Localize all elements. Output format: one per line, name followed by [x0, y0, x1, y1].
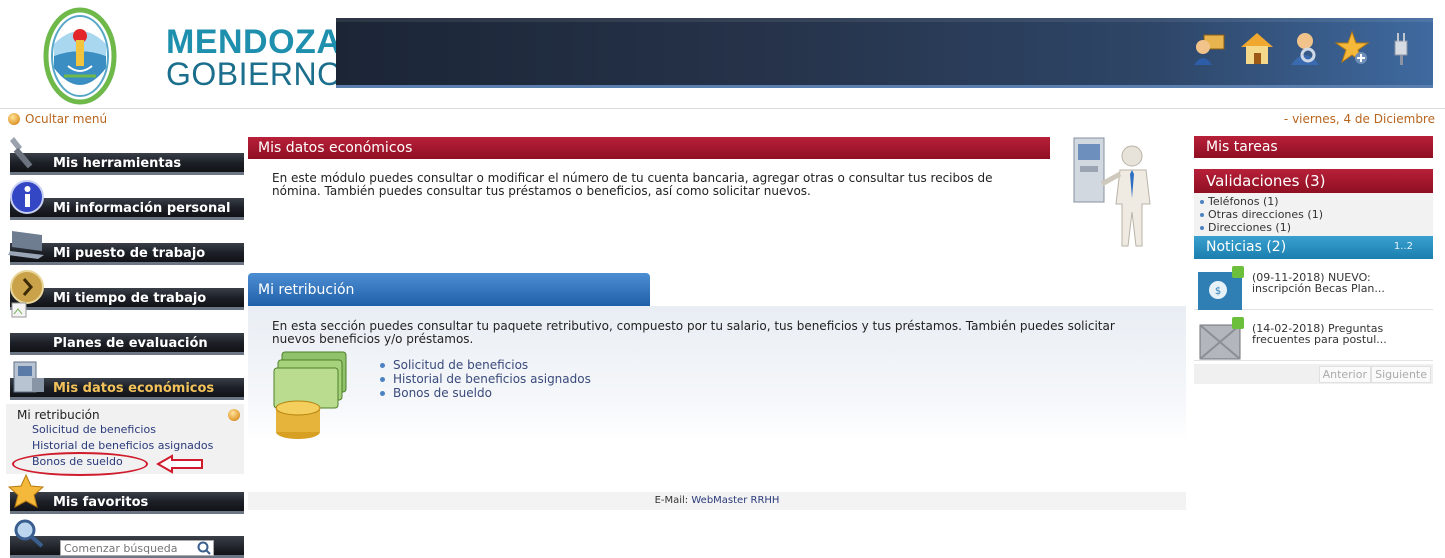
- list-item[interactable]: Teléfonos (1): [1200, 195, 1433, 208]
- favorite-star-icon[interactable]: [1335, 28, 1371, 68]
- sidebar-item-label: Mis favoritos: [53, 495, 149, 510]
- mendoza-logo[interactable]: MENDOZA GOBIERNO: [42, 6, 342, 106]
- news-thumbnail-icon: [1199, 317, 1244, 360]
- clock-icon: [10, 270, 44, 304]
- news-pagination[interactable]: 1..2: [1394, 241, 1413, 252]
- news-line: frecuentes para postul...: [1252, 333, 1387, 346]
- tab-my-retribution[interactable]: Mi retribución: [248, 273, 650, 306]
- page-intro: En este módulo puedes consultar o modifi…: [272, 172, 1052, 198]
- tasks-title: Mis tareas: [1194, 136, 1433, 158]
- validations-title[interactable]: Validaciones (3): [1194, 169, 1433, 193]
- home-icon[interactable]: [1239, 28, 1275, 68]
- wrench-icon: [10, 137, 33, 169]
- economic-submenu: Mi retribución Solicitud de beneficios H…: [6, 404, 244, 476]
- footer: E-Mail: WebMaster RRHH: [248, 492, 1186, 510]
- user-card-icon[interactable]: [1191, 28, 1227, 68]
- validations-list: Teléfonos (1) Otras direcciones (1) Dire…: [1194, 193, 1433, 236]
- search-magnifier-icon: [14, 519, 44, 548]
- footer-email-label: E-Mail:: [654, 495, 689, 506]
- laptop-icon: [8, 231, 44, 259]
- footer-link-webmaster[interactable]: WebMaster: [691, 495, 747, 506]
- right-column: Mis tareas Validaciones (3) Teléfonos (1…: [1194, 136, 1433, 384]
- sidebar-item-favorites[interactable]: Mis favoritos: [6, 474, 244, 518]
- logout-plug-icon[interactable]: [1383, 28, 1419, 68]
- page-title: Mis datos económicos: [248, 137, 1050, 159]
- svg-text:$: $: [1215, 286, 1221, 297]
- news-item[interactable]: $ (09-11-2018) NUEVO: inscripción Becas …: [1194, 264, 1433, 310]
- news-title: Noticias (2) 1..2: [1194, 236, 1433, 259]
- retribution-description-line: nuevos beneficios y/o préstamos.: [272, 332, 474, 346]
- sidebar-item-label: Planes de evaluación: [53, 336, 208, 351]
- footer-link-rrhh[interactable]: RRHH: [751, 495, 780, 506]
- sidebar-item-workplace[interactable]: Mi puesto de trabajo: [6, 224, 244, 269]
- sidebar-item-tools[interactable]: Mis herramientas: [6, 134, 244, 179]
- link-salary-bonus[interactable]: Bonos de sueldo: [393, 386, 492, 400]
- topline-divider: [0, 108, 1445, 128]
- money-stack-icon: [273, 351, 347, 439]
- news-navigation: Anterior Siguiente: [1194, 364, 1433, 384]
- info-icon: [10, 180, 44, 214]
- previous-button[interactable]: Anterior: [1318, 366, 1371, 383]
- logo-line-1: MENDOZA: [166, 23, 342, 61]
- sidebar-item-label: Mi tiempo de trabajo: [53, 291, 207, 306]
- link-benefit-history[interactable]: Historial de beneficios asignados: [393, 372, 591, 386]
- list-item[interactable]: Otras direcciones (1): [1200, 208, 1433, 221]
- submenu-collapse-icon[interactable]: [228, 409, 240, 421]
- atm-person-illustration: [1073, 137, 1151, 247]
- sidebar-item-personal-info[interactable]: Mi información personal: [6, 179, 244, 224]
- list-item[interactable]: Direcciones (1): [1200, 221, 1433, 234]
- page-intro-line: nómina. También puedes consultar tus pré…: [272, 184, 811, 198]
- news-thumbnail-icon: $: [1198, 266, 1244, 310]
- bullet-icon: [1200, 212, 1204, 217]
- validation-addresses[interactable]: Direcciones (1): [1208, 221, 1291, 234]
- user-search-icon[interactable]: [1287, 28, 1323, 68]
- retribution-links: Solicitud de beneficios Historial de ben…: [380, 358, 591, 400]
- atm-icon: [13, 361, 44, 393]
- collapse-icon: [8, 113, 20, 125]
- list-item[interactable]: Historial de beneficios asignados: [380, 372, 591, 386]
- mendoza-shield-icon: [43, 7, 117, 105]
- hide-menu-label: Ocultar menú: [25, 112, 108, 126]
- submenu-head[interactable]: Mi retribución: [17, 408, 244, 422]
- current-date: - viernes, 4 de Diciembre: [1283, 112, 1435, 126]
- bullet-icon: [380, 376, 385, 382]
- sidebar-item-economic-data[interactable]: Mis datos económicos: [6, 359, 244, 404]
- search-icon[interactable]: [196, 540, 212, 556]
- next-button[interactable]: Siguiente: [1371, 366, 1431, 383]
- sidebar-search: [6, 518, 244, 558]
- logo-line-2: GOBIERNO: [166, 56, 343, 92]
- retribution-description: En esta sección puedes consultar tu paqu…: [272, 320, 1172, 346]
- bullet-icon: [1200, 225, 1204, 230]
- annotation-arrow-icon: [156, 454, 203, 474]
- bullet-icon: [1200, 199, 1204, 204]
- annotation-oval: [12, 452, 148, 476]
- validation-phones[interactable]: Teléfonos (1): [1208, 195, 1279, 208]
- sidebar: Mis herramientas Mi información personal…: [6, 134, 244, 558]
- submenu-link-benefit-request[interactable]: Solicitud de beneficios: [32, 422, 244, 438]
- hide-menu-toggle[interactable]: Ocultar menú: [8, 112, 107, 126]
- retribution-panel: En esta sección puedes consultar tu paqu…: [248, 306, 1186, 442]
- header-banner: [336, 18, 1433, 88]
- news-title-label: Noticias (2): [1206, 239, 1287, 255]
- list-item[interactable]: Solicitud de beneficios: [380, 358, 591, 372]
- list-item[interactable]: Bonos de sueldo: [380, 386, 591, 400]
- sidebar-item-evaluation-plans[interactable]: Planes de evaluación: [6, 302, 244, 359]
- sidebar-item-label: Mi puesto de trabajo: [53, 246, 206, 261]
- news-line: inscripción Becas Plan...: [1252, 282, 1385, 295]
- bullet-icon: [380, 362, 385, 368]
- sidebar-item-label: Mis datos económicos: [53, 381, 215, 396]
- search-input[interactable]: [60, 540, 214, 556]
- validation-other-addresses[interactable]: Otras direcciones (1): [1208, 208, 1323, 221]
- sidebar-item-label: Mis herramientas: [53, 156, 182, 171]
- sidebar-item-label: Mi información personal: [53, 201, 231, 216]
- news-item[interactable]: (14-02-2018) Preguntas frecuentes para p…: [1194, 315, 1433, 361]
- link-benefit-request[interactable]: Solicitud de beneficios: [393, 358, 528, 372]
- bullet-icon: [380, 390, 385, 396]
- star-icon: [8, 474, 45, 508]
- broken-image-icon: [11, 302, 27, 318]
